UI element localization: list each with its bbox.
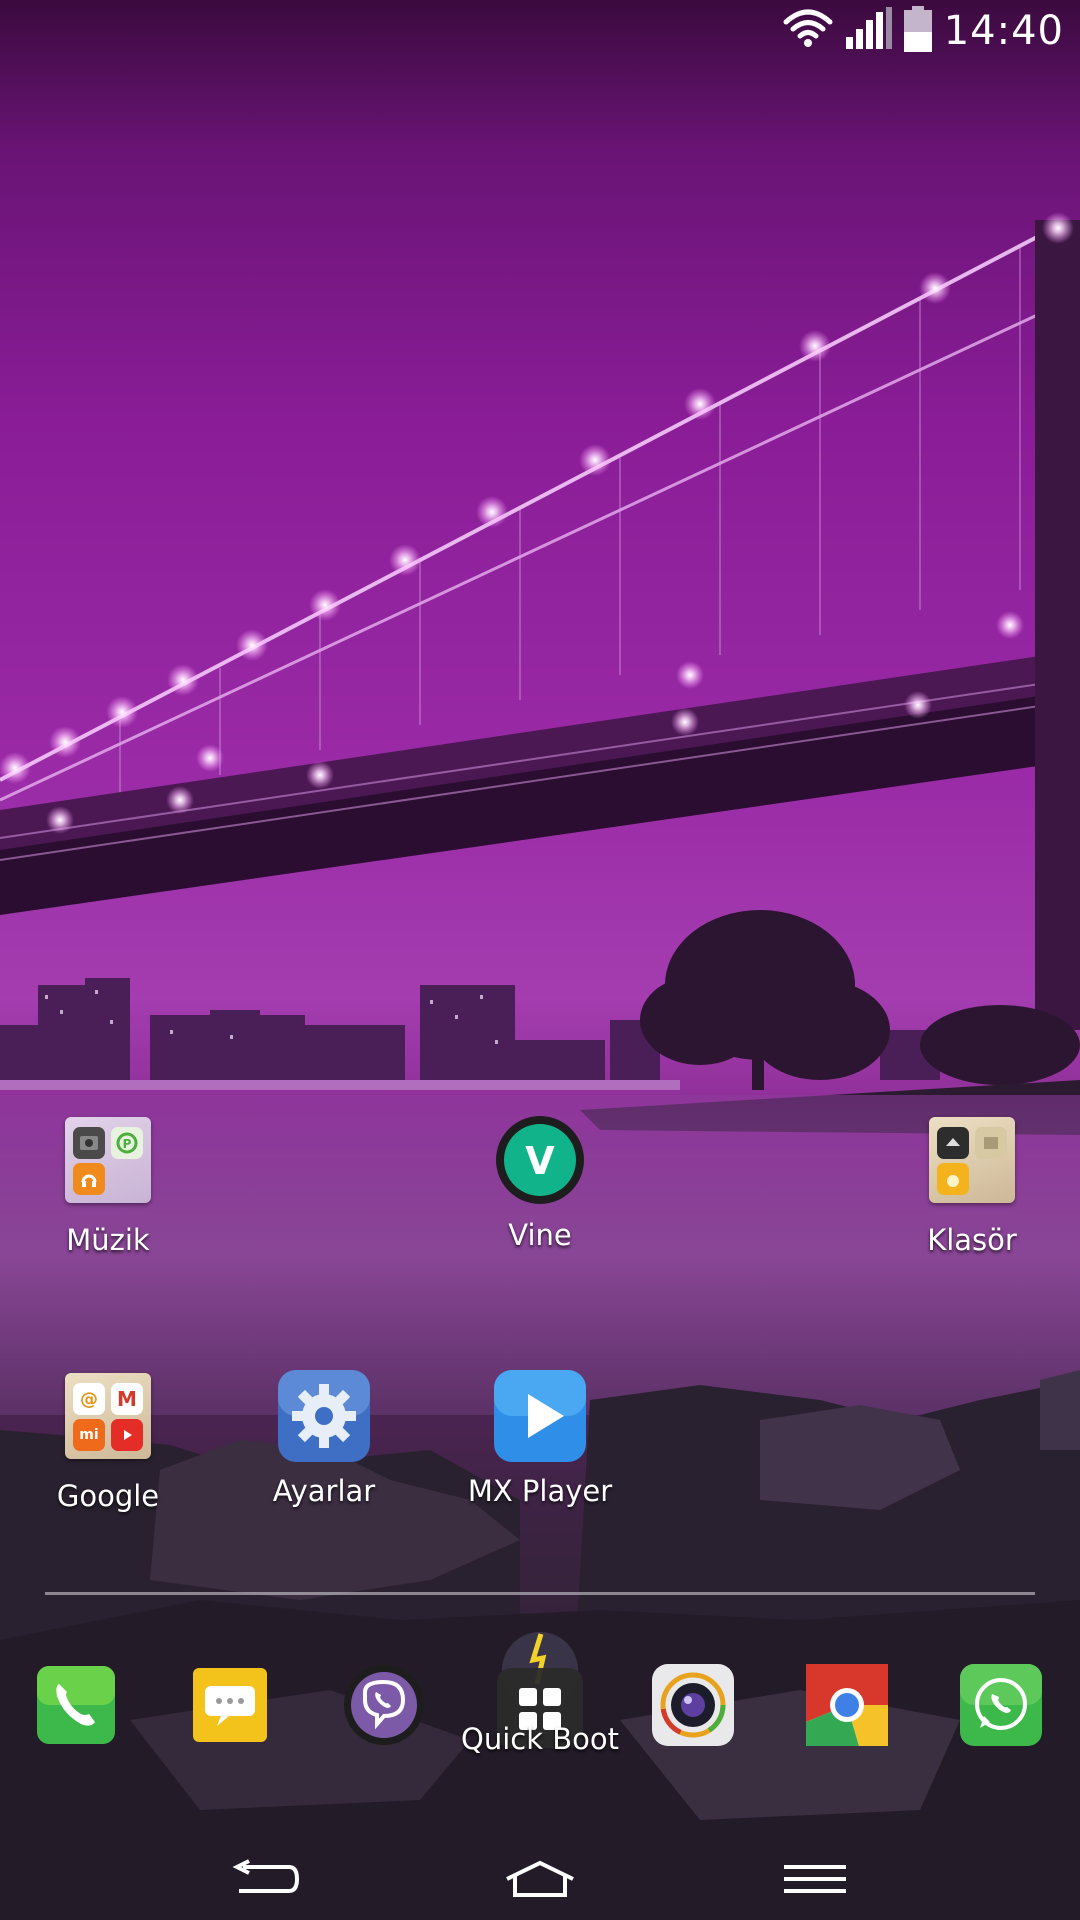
dock-camera[interactable] — [650, 1662, 736, 1748]
phone-icon — [37, 1666, 115, 1744]
app-klasor-folder[interactable]: Klasör — [882, 1112, 1062, 1257]
back-button[interactable] — [205, 1844, 325, 1914]
dock-divider — [45, 1592, 1035, 1595]
svg-text:P: P — [123, 1137, 132, 1151]
app-label: Klasör — [927, 1223, 1017, 1257]
dock-whatsapp[interactable] — [958, 1662, 1044, 1748]
app-ayarlar[interactable]: Ayarlar — [234, 1368, 414, 1508]
vine-icon: V — [492, 1112, 588, 1208]
viber-icon — [344, 1665, 424, 1745]
app-label: Ayarlar — [272, 1474, 376, 1508]
status-icons: 14:40 — [782, 6, 1064, 56]
music-folder-icon: P — [60, 1117, 156, 1213]
app-label: Vine — [508, 1218, 572, 1252]
dock-messages[interactable] — [187, 1662, 273, 1748]
svg-text:V: V — [525, 1139, 555, 1183]
app-label: Google — [56, 1479, 160, 1513]
dock-phone[interactable] — [33, 1662, 119, 1748]
navigation-bar — [0, 1840, 1080, 1920]
quick-boot-label: Quick Boot — [461, 1722, 619, 1756]
dock-viber[interactable] — [341, 1662, 427, 1748]
folder-icon — [924, 1117, 1020, 1213]
whatsapp-icon — [960, 1664, 1042, 1746]
app-google-folder[interactable]: @ M mi Google — [18, 1368, 198, 1513]
back-icon — [232, 1859, 300, 1893]
mx-player-play-icon — [492, 1368, 588, 1464]
home-icon — [506, 1860, 574, 1897]
battery-icon — [903, 6, 932, 56]
messages-icon — [193, 1668, 267, 1742]
app-mx-player[interactable]: MX Player — [450, 1368, 630, 1508]
home-screen: 14:40 P Müzik V Vine Klasör @ M mi Googl… — [0, 0, 1080, 1920]
signal-icon — [845, 7, 892, 55]
status-bar: 14:40 — [0, 0, 1080, 62]
menu-icon — [784, 1865, 846, 1893]
camera-icon — [652, 1664, 734, 1746]
settings-gear-icon — [276, 1368, 372, 1464]
chrome-icon — [806, 1664, 888, 1746]
status-clock: 14:40 — [943, 8, 1064, 54]
google-folder-icon: @ M mi — [60, 1373, 156, 1469]
menu-button[interactable] — [755, 1844, 875, 1914]
dock-chrome[interactable] — [804, 1662, 890, 1748]
app-muzik-folder[interactable]: P Müzik — [18, 1112, 198, 1257]
wifi-icon — [782, 8, 834, 54]
app-label: MX Player — [467, 1474, 613, 1508]
home-button[interactable] — [480, 1844, 600, 1914]
app-vine[interactable]: V Vine — [450, 1112, 630, 1252]
app-label: Müzik — [66, 1223, 150, 1257]
